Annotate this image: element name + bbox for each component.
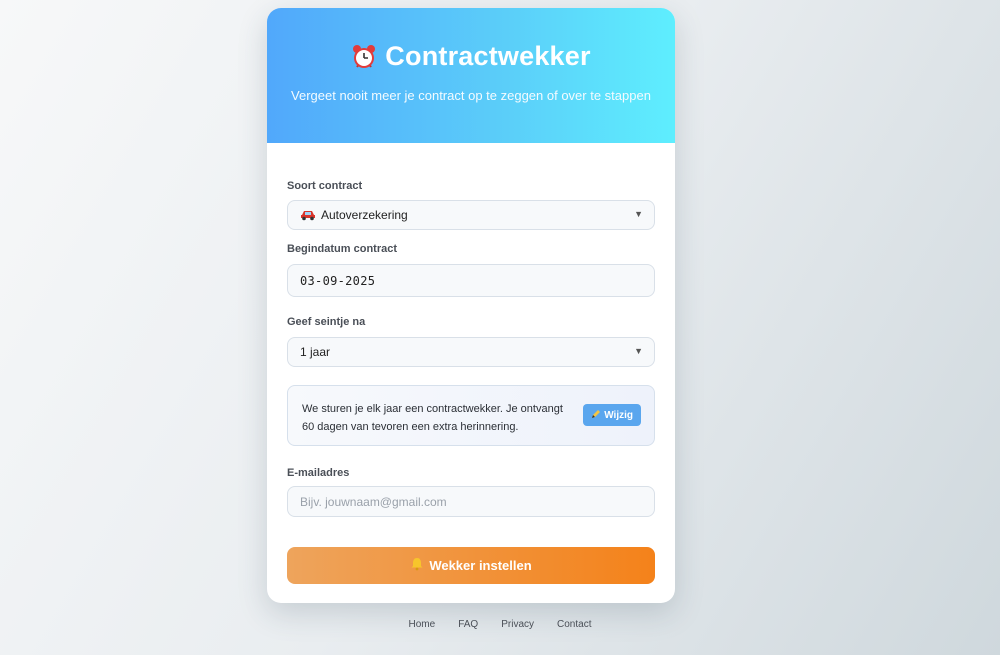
- page-title: Contractwekker: [385, 41, 591, 71]
- title-row: Contractwekker: [267, 8, 675, 72]
- start-date-input[interactable]: 03-09-2025: [287, 264, 655, 297]
- contract-type-value: Autoverzekering: [321, 208, 408, 222]
- email-label: E-mailadres: [287, 467, 350, 479]
- footer-link-faq[interactable]: FAQ: [458, 619, 478, 630]
- set-alarm-button-label: Wekker instellen: [429, 558, 532, 573]
- contract-type-label: Soort contract: [287, 180, 363, 192]
- footer-nav: Home FAQ Privacy Contact: [0, 619, 1000, 630]
- reminder-select[interactable]: 1 jaar ▼: [287, 337, 655, 367]
- contract-card: Contractwekker Vergeet nooit meer je con…: [267, 8, 675, 603]
- email-placeholder: Bijv. jouwnaam@gmail.com: [300, 494, 447, 509]
- footer-link-contact[interactable]: Contact: [557, 619, 591, 630]
- page-subtitle: Vergeet nooit meer je contract op te zeg…: [291, 88, 651, 103]
- chevron-down-icon: ▼: [634, 346, 643, 356]
- start-date-label: Begindatum contract: [287, 243, 398, 255]
- reminder-label: Geef seintje na: [287, 316, 366, 328]
- reminder-value: 1 jaar: [300, 345, 331, 359]
- edit-button-label: Wijzig: [604, 409, 633, 421]
- bell-icon: [410, 557, 424, 574]
- footer-link-home[interactable]: Home: [409, 619, 436, 630]
- email-input[interactable]: Bijv. jouwnaam@gmail.com: [287, 486, 655, 517]
- footer-link-privacy[interactable]: Privacy: [501, 619, 534, 630]
- reminder-info-box: We sturen je elk jaar een contractwekker…: [287, 385, 655, 446]
- start-date-value: 03-09-2025: [300, 273, 376, 288]
- pencil-icon: [591, 409, 601, 422]
- set-alarm-button[interactable]: Wekker instellen: [287, 547, 655, 584]
- reminder-info-text: We sturen je elk jaar een contractwekker…: [302, 403, 563, 433]
- chevron-down-icon: ▼: [634, 209, 643, 219]
- contract-type-select[interactable]: Autoverzekering ▼: [287, 200, 655, 230]
- edit-button[interactable]: Wijzig: [583, 404, 641, 426]
- card-header: Contractwekker Vergeet nooit meer je con…: [267, 8, 675, 143]
- car-icon: [300, 209, 316, 221]
- alarm-clock-icon: [351, 44, 377, 70]
